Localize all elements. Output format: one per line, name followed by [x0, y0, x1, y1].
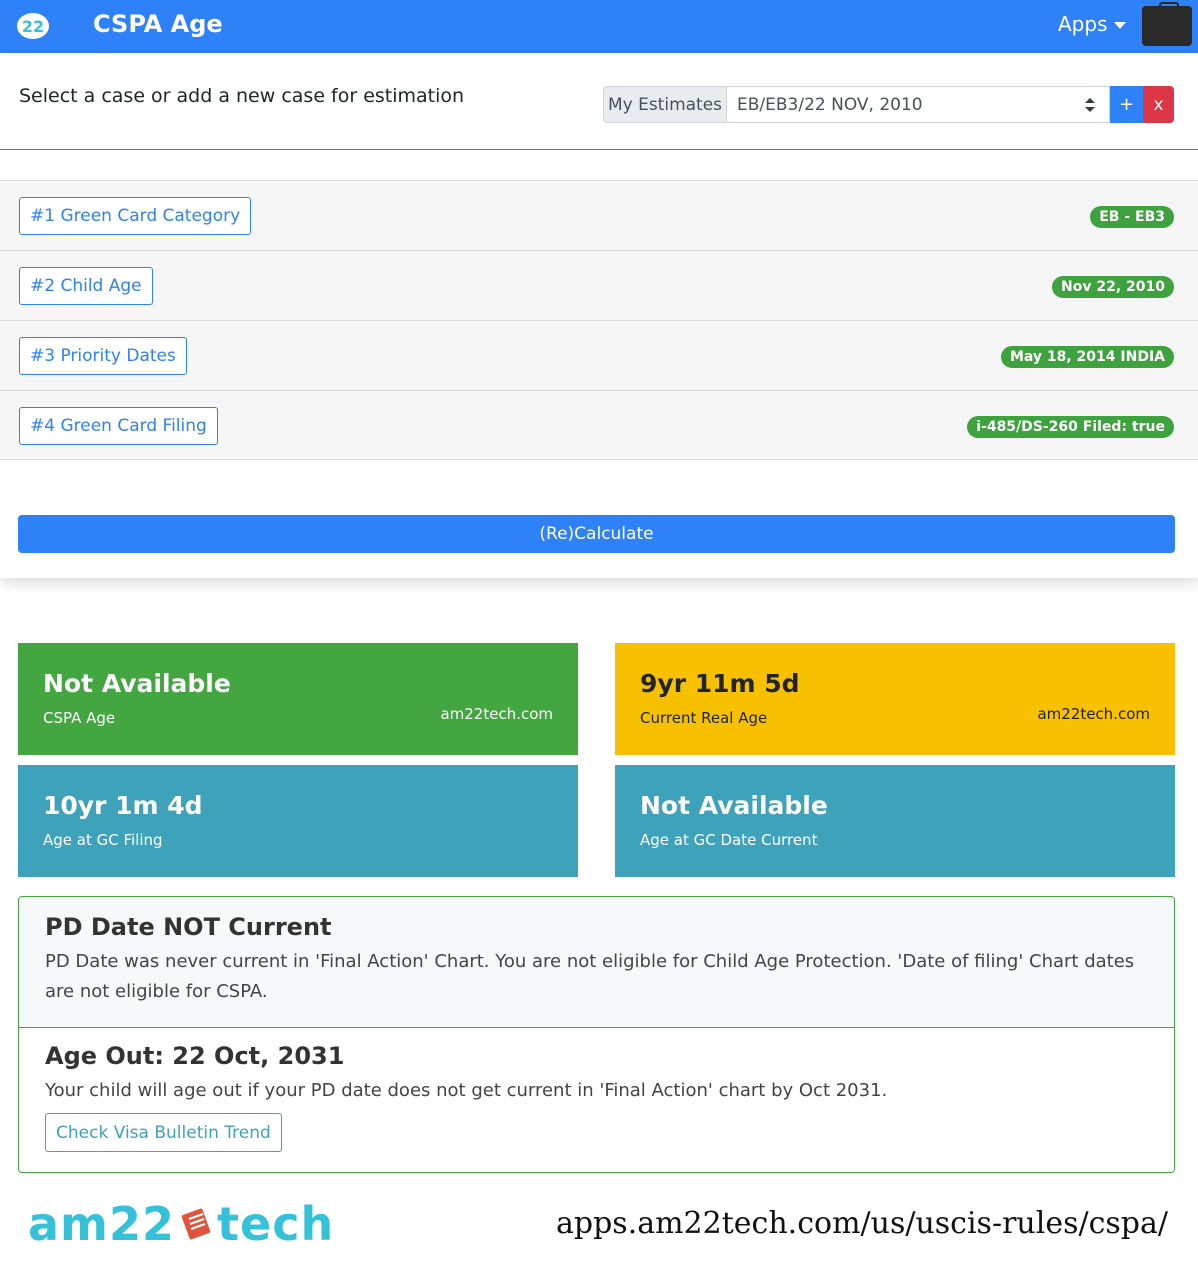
gc-filing-age-label: Age at GC Filing [43, 831, 163, 849]
logo-text-left: am22 [28, 1197, 175, 1251]
steps-list: #1 Green Card Category EB - EB3 #2 Child… [0, 180, 1198, 460]
step-priority-dates-button[interactable]: #3 Priority Dates [19, 337, 187, 375]
app-title[interactable]: CSPA Age [93, 10, 223, 38]
svg-text:22: 22 [22, 17, 44, 36]
add-case-button[interactable]: + [1110, 86, 1143, 123]
cspa-age-value: Not Available [43, 669, 231, 698]
status-badge: i-485/DS-260 Filed: true [967, 416, 1174, 438]
step-row-category: #1 Green Card Category EB - EB3 [0, 180, 1198, 250]
step-green-card-filing-button[interactable]: #4 Green Card Filing [19, 407, 218, 445]
real-age-value: 9yr 11m 5d [640, 669, 800, 698]
cspa-age-label: CSPA Age [43, 709, 116, 727]
am22-logo-icon[interactable]: 22 [16, 11, 50, 41]
ageout-heading: Age Out: 22 Oct, 2031 [45, 1042, 345, 1070]
divider [0, 149, 1198, 150]
estimates-select[interactable]: EB/EB3/22 NOV, 2010 [727, 86, 1110, 123]
navbar: 22 CSPA Age Apps [0, 0, 1198, 53]
document-stamp-icon [181, 1208, 211, 1240]
gc-filing-age-value: 10yr 1m 4d [43, 791, 203, 820]
gc-current-age-label: Age at GC Date Current [640, 831, 818, 849]
my-estimates-label: My Estimates [603, 86, 727, 123]
check-visa-bulletin-trend-button[interactable]: Check Visa Bulletin Trend [45, 1113, 282, 1152]
gc-current-age-tile: Not Available Age at GC Date Current [615, 765, 1175, 877]
real-age-label: Current Real Age [640, 709, 768, 727]
step-row-priority-dates: #3 Priority Dates May 18, 2014 INDIA [0, 320, 1198, 390]
real-age-tile: 9yr 11m 5d Current Real Age am22tech.com [615, 643, 1175, 755]
apps-menu[interactable]: Apps [1058, 12, 1126, 36]
status-badge: Nov 22, 2010 [1052, 276, 1174, 298]
select-arrows-icon [1085, 98, 1095, 112]
step-green-card-category-button[interactable]: #1 Green Card Category [19, 197, 252, 235]
caret-down-icon [1113, 21, 1126, 29]
footer-url: apps.am22tech.com/us/uscis-rules/cspa/ [556, 1206, 1168, 1241]
cspa-age-tile: Not Available CSPA Age am22tech.com [18, 643, 578, 755]
result-heading: PD Date NOT Current [45, 913, 332, 941]
status-badge: EB - EB3 [1090, 206, 1174, 228]
estimate-card: Select a case or add a new case for esti… [0, 53, 1198, 578]
delete-case-button[interactable]: x [1143, 86, 1174, 123]
result-text: PD Date was never current in 'Final Acti… [45, 951, 1135, 1002]
step-child-age-button[interactable]: #2 Child Age [19, 267, 153, 305]
am22tech-logo: am22 tech [28, 1196, 334, 1252]
step-row-child-age: #2 Child Age Nov 22, 2010 [0, 250, 1198, 320]
status-badge: May 18, 2014 INDIA [1000, 346, 1174, 368]
step-row-green-card-filing: #4 Green Card Filing i-485/DS-260 Filed:… [0, 390, 1198, 460]
briefcase-icon[interactable] [1142, 2, 1192, 46]
apps-menu-label: Apps [1058, 12, 1108, 36]
logo-text-right: tech [217, 1197, 335, 1251]
ageout-text: Your child will age out if your PD date … [45, 1080, 888, 1101]
result-header: PD Date NOT Current PD Date was never cu… [19, 897, 1174, 1028]
ageout-section: Age Out: 22 Oct, 2031 Your child will ag… [19, 1028, 1174, 1152]
estimates-input-group: My Estimates EB/EB3/22 NOV, 2010 + x [603, 86, 1174, 123]
result-panel: PD Date NOT Current PD Date was never cu… [18, 896, 1175, 1173]
instruction-text: Select a case or add a new case for esti… [19, 85, 465, 107]
gc-current-age-value: Not Available [640, 791, 828, 820]
recalculate-button[interactable]: (Re)Calculate [18, 515, 1175, 553]
site-credit: am22tech.com [1037, 705, 1150, 723]
site-credit: am22tech.com [440, 705, 553, 723]
selected-estimate: EB/EB3/22 NOV, 2010 [737, 94, 923, 115]
gc-filing-age-tile: 10yr 1m 4d Age at GC Filing [18, 765, 578, 877]
